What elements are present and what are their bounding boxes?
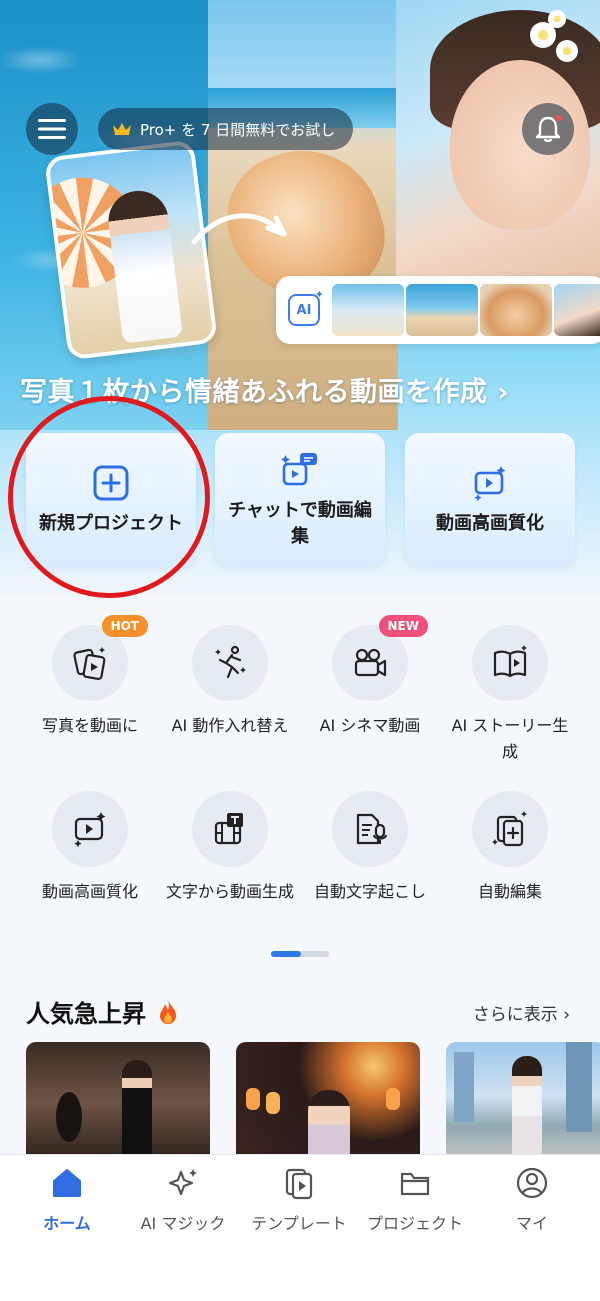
feature-label: 文字から動画生成 xyxy=(165,882,294,901)
tab-my-page[interactable]: マイ xyxy=(472,1166,592,1234)
feature-label: 自動文字起こし xyxy=(313,882,426,901)
feature-video-enhance[interactable]: 動画高画質化 xyxy=(20,791,160,905)
page-indicator xyxy=(271,951,329,957)
frame-thumbnail xyxy=(406,284,478,336)
pro-trial-label: Pro+ を 7 日間無料でお試し xyxy=(140,120,336,139)
frame-thumbnail xyxy=(554,284,600,336)
feature-ai-story[interactable]: AI ストーリー生成 xyxy=(440,625,580,765)
motion-swap-icon xyxy=(215,645,246,679)
ai-badge: AI ✦ xyxy=(288,288,324,326)
tab-label: AI マジック xyxy=(140,1214,226,1233)
home-icon xyxy=(53,1169,81,1197)
notification-button[interactable] xyxy=(522,103,574,155)
chat-video-icon xyxy=(281,453,317,486)
transcribe-icon xyxy=(356,813,387,845)
feature-label: 動画高画質化 xyxy=(41,882,138,901)
tab-label: ホーム xyxy=(43,1214,91,1233)
tab-label: テンプレート xyxy=(251,1214,347,1233)
auto-edit-icon xyxy=(492,811,527,847)
story-book-icon xyxy=(493,645,527,678)
feature-text-to-video[interactable]: 文字から動画生成 xyxy=(160,791,300,905)
photo-to-video-icon xyxy=(73,647,106,681)
video-enhance-label: 動画高画質化 xyxy=(436,513,544,534)
trending-video-card[interactable] xyxy=(446,1042,600,1162)
feature-auto-transcribe[interactable]: 自動文字起こし xyxy=(300,791,440,905)
feature-label: 写真を動画に xyxy=(41,716,138,735)
tab-ai-magic[interactable]: AI マジック xyxy=(123,1166,243,1234)
video-enhance-button[interactable]: 動画高画質化 xyxy=(405,433,575,567)
template-icon xyxy=(285,1168,313,1200)
frame-thumbnail xyxy=(332,284,404,336)
tab-projects[interactable]: プロジェクト xyxy=(355,1166,475,1234)
tab-label: プロジェクト xyxy=(366,1214,463,1233)
chat-video-edit-button[interactable]: チャットで動画編集 xyxy=(215,433,385,567)
feature-label: AI 動作入れ替え xyxy=(171,716,289,735)
video-enhance-icon xyxy=(474,466,506,502)
hot-badge: HOT xyxy=(101,615,148,637)
page-indicator-active xyxy=(271,951,301,957)
trending-video-card[interactable] xyxy=(236,1042,420,1162)
video-enhance-icon xyxy=(74,812,106,848)
new-badge: NEW xyxy=(378,615,428,637)
chat-video-edit-label: チャットで動画編集 xyxy=(228,500,372,547)
feature-auto-edit[interactable]: 自動編集 xyxy=(440,791,580,905)
feature-label: 自動編集 xyxy=(477,882,542,901)
tab-home[interactable]: ホーム xyxy=(7,1166,127,1234)
arrow-icon xyxy=(191,213,287,245)
frame-thumbnail xyxy=(480,284,552,336)
feature-photo-to-video[interactable]: HOT 写真を動画に xyxy=(20,615,160,739)
user-icon xyxy=(516,1167,548,1199)
pro-trial-button[interactable]: Pro+ を 7 日間無料でお試し xyxy=(98,108,354,150)
crown-icon xyxy=(113,123,131,135)
tab-templates[interactable]: テンプレート xyxy=(239,1166,359,1234)
trending-title: 人気急上昇 xyxy=(26,1000,146,1028)
feature-ai-cinema[interactable]: NEW AI シネマ動画 xyxy=(300,615,440,739)
tab-label: マイ xyxy=(515,1214,548,1233)
trending-section-title: 人気急上昇 xyxy=(26,994,180,1029)
menu-button[interactable] xyxy=(26,103,78,155)
see-more-link[interactable]: さらに表示 › xyxy=(473,1000,570,1025)
highlight-annotation-circle xyxy=(8,396,210,598)
feature-motion-swap[interactable]: AI 動作入れ替え xyxy=(160,625,300,739)
folder-icon xyxy=(400,1172,430,1196)
notification-dot xyxy=(556,115,562,121)
feature-label: AI シネマ動画 xyxy=(319,716,421,735)
fire-icon xyxy=(160,999,176,1024)
trending-video-card[interactable] xyxy=(26,1042,210,1162)
feature-label: AI ストーリー生成 xyxy=(451,716,569,761)
sparkle-icon xyxy=(168,1169,197,1196)
hamburger-icon xyxy=(38,119,66,139)
text-to-video-icon xyxy=(214,813,243,845)
cinema-camera-icon xyxy=(354,648,387,677)
